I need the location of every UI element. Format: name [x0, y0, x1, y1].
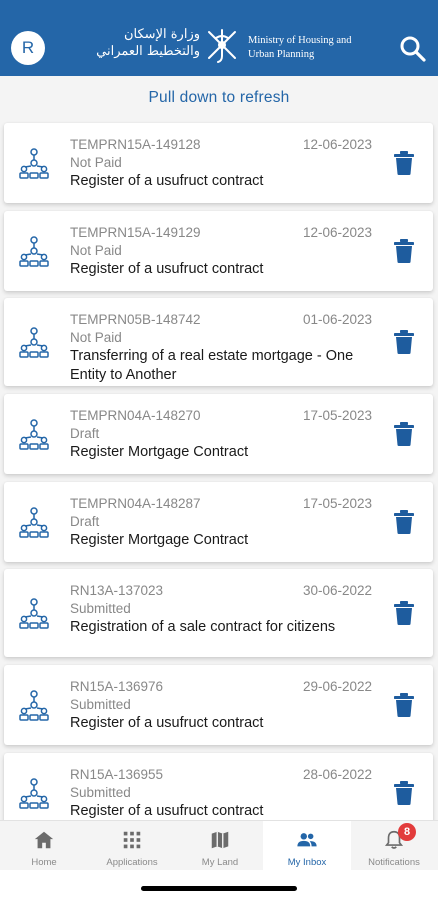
application-status: Submitted: [70, 697, 131, 713]
grid-icon: [123, 831, 141, 849]
application-number: TEMPRN15A-149129: [70, 224, 201, 240]
delete-icon[interactable]: [394, 238, 414, 263]
app-header: R وزارة الإسكان والتخطيط العمراني Minist…: [0, 0, 438, 76]
ministry-name-arabic: وزارة الإسكان والتخطيط العمراني: [96, 27, 200, 59]
hierarchy-icon: [19, 327, 49, 359]
application-title: Register of a usufruct contract: [70, 260, 264, 277]
tab-my-inbox-label: My Inbox: [287, 857, 327, 868]
hierarchy-icon: [19, 690, 49, 721]
map-icon: [211, 831, 229, 849]
application-title: Register of a usufruct contract: [70, 173, 264, 189]
inbox-item[interactable]: TEMPRN04A-148270 17-05-2023 Draft Register …: [4, 394, 433, 475]
inbox-item[interactable]: RN13A-137023 30-06-2022 Submitted Registrat…: [4, 569, 433, 658]
hierarchy-icon: [19, 598, 49, 630]
application-number: RN13A-137023: [70, 583, 164, 599]
delete-icon[interactable]: [394, 151, 414, 175]
hierarchy-icon: [19, 235, 49, 267]
home-indicator-area: [0, 870, 438, 900]
application-date: 12-06-2023: [302, 137, 372, 152]
application-title: Transferring of a real estate mortgage -…: [70, 348, 354, 384]
application-number: TEMPRN05B-148742: [70, 312, 201, 328]
application-title: Register Mortgage Contract: [70, 531, 249, 548]
application-status: Not Paid: [70, 242, 122, 258]
application-status: Submitted: [70, 784, 131, 800]
tab-my-land[interactable]: My Land: [176, 821, 264, 871]
application-date: 17-05-2023: [302, 495, 372, 511]
application-title: Register Mortgage Contract: [70, 444, 249, 461]
application-date: 17-05-2023: [302, 408, 372, 424]
tab-home[interactable]: Home: [0, 821, 88, 871]
tab-home-label: Home: [31, 857, 57, 868]
application-status: Not Paid: [70, 330, 122, 346]
application-number: RN15A-136976: [70, 679, 164, 695]
application-title: Register of a usufruct contract: [70, 715, 264, 732]
delete-icon[interactable]: [394, 693, 414, 718]
application-status: Not Paid: [70, 155, 122, 170]
application-date: 28-06-2022: [302, 766, 372, 782]
delete-icon[interactable]: [394, 780, 414, 805]
application-date: 30-06-2022: [302, 583, 372, 599]
ministry-logo: وزارة الإسكان والتخطيط العمراني Ministry…: [96, 20, 352, 68]
inbox-item[interactable]: TEMPRN04A-148287 17-05-2023 Draft Register …: [4, 481, 433, 562]
application-number: TEMPRN15A-149128: [70, 137, 201, 152]
application-status: Draft: [70, 513, 100, 529]
application-number: RN15A-136955: [70, 766, 164, 782]
bottom-tab-bar: Home Applications My Land My Inbox 8 Not…: [0, 820, 438, 871]
hierarchy-icon: [19, 148, 49, 179]
application-date: 29-06-2022: [302, 679, 372, 695]
tab-notifications-label: Notifications: [368, 857, 420, 868]
home-indicator[interactable]: [141, 886, 297, 891]
notification-count-badge: 8: [398, 823, 416, 841]
inbox-item[interactable]: TEMPRN15A-149129 12-06-2023 Not Paid Regist…: [4, 210, 433, 291]
tab-my-land-label: My Land: [201, 857, 239, 868]
application-status: Draft: [70, 426, 100, 442]
hierarchy-icon: [19, 419, 49, 450]
inbox-item[interactable]: RN15A-136955 28-06-2022 Submitted Register …: [4, 752, 433, 820]
oman-emblem-icon: [208, 29, 236, 63]
hierarchy-icon: [19, 778, 49, 809]
home-icon: [34, 831, 54, 849]
people-icon: [297, 833, 317, 847]
delete-icon[interactable]: [394, 509, 414, 534]
delete-icon[interactable]: [394, 422, 414, 447]
application-number: TEMPRN04A-148287: [70, 495, 201, 511]
tab-notifications[interactable]: 8 Notifications: [350, 821, 438, 871]
user-avatar[interactable]: R: [11, 31, 45, 65]
inbox-item[interactable]: RN15A-136976 29-06-2022 Submitted Register …: [4, 665, 433, 746]
application-number: TEMPRN04A-148270: [70, 408, 201, 424]
application-title: Registration of a sale contract for citi…: [70, 619, 336, 636]
tab-applications-label: Applications: [106, 857, 158, 868]
search-icon[interactable]: [398, 34, 428, 64]
application-title: Register of a usufruct contract: [70, 802, 264, 819]
inbox-list: TEMPRN15A-149128 12-06-2023 Not Paid Regist…: [4, 123, 433, 820]
delete-icon[interactable]: [394, 330, 414, 355]
inbox-item[interactable]: TEMPRN05B-148742 01-06-2023 Not Paid Transf…: [4, 298, 433, 387]
application-date: 12-06-2023: [302, 224, 372, 240]
hierarchy-icon: [19, 507, 49, 538]
application-date: 01-06-2023: [302, 312, 372, 328]
application-status: Submitted: [70, 601, 131, 617]
ministry-name-english: Ministry of Housing and Urban Planning: [248, 35, 352, 60]
delete-icon[interactable]: [394, 601, 414, 626]
inbox-content[interactable]: Pull down to refresh TEMPRN15A-149128 12-…: [0, 76, 438, 820]
tab-my-inbox[interactable]: My Inbox: [263, 821, 351, 871]
pull-to-refresh-label: Pull down to refresh: [148, 89, 290, 106]
tab-applications[interactable]: Applications: [88, 821, 176, 871]
inbox-item[interactable]: TEMPRN15A-149128 12-06-2023 Not Paid Regist…: [4, 123, 433, 203]
